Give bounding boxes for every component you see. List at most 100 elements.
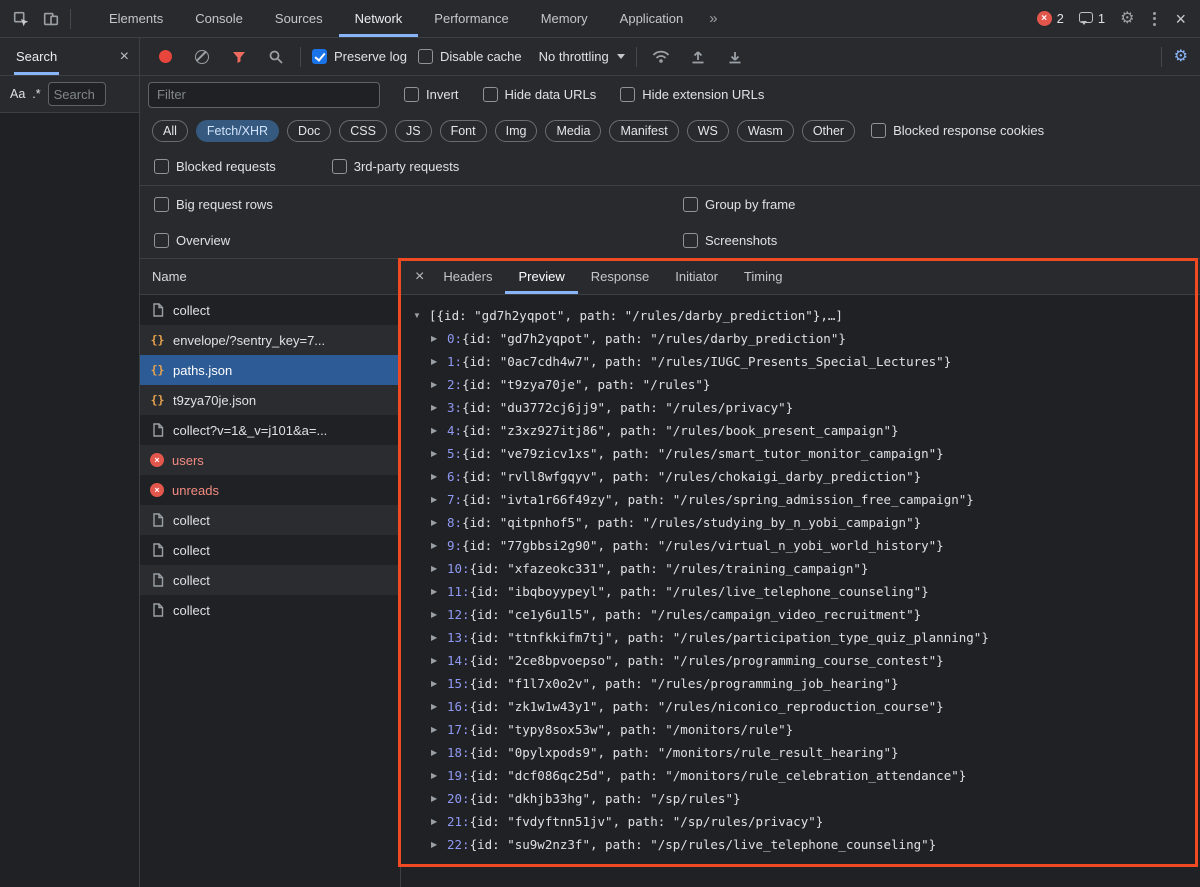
preview-tree-item[interactable]: ▶ 22: {id: "su9w2nz3f", path: "/sp/rules/… [431, 833, 1200, 856]
preview-tree-item[interactable]: ▶ 12: {id: "ce1y6u1l5", path: "/rules/cam… [431, 603, 1200, 626]
preview-tree-item[interactable]: ▶ 9: {id: "77gbbsi2g90", path: "/rules/vi… [431, 534, 1200, 557]
detail-tab-timing[interactable]: Timing [731, 259, 796, 294]
network-conditions-icon[interactable] [648, 44, 674, 70]
big-request-rows-checkbox[interactable] [154, 196, 169, 212]
preview-tree-item[interactable]: ▶ 20: {id: "dkhjb33hg", path: "/sp/rules"… [431, 787, 1200, 810]
preview-tree-item[interactable]: ▶ 1: {id: "0ac7cdh4w7", path: "/rules/IUG… [431, 350, 1200, 373]
third-party-requests-checkbox[interactable] [331, 159, 347, 174]
search-input[interactable] [47, 82, 106, 106]
clear-network-log-button[interactable] [189, 44, 215, 70]
blocked-response-cookies-group[interactable]: Blocked response cookies [871, 123, 1044, 138]
network-settings-gear-icon[interactable]: ⚙ [1174, 48, 1188, 65]
filter-chip-js[interactable]: JS [394, 119, 432, 142]
preview-tree-item[interactable]: ▶ 14: {id: "2ce8bpvoepso", path: "/rules/… [431, 649, 1200, 672]
match-case-button[interactable]: Aa [10, 87, 25, 101]
overview-checkbox[interactable] [154, 232, 169, 248]
record-network-log-button[interactable] [152, 44, 178, 70]
preview-tree-item[interactable]: ▶ 15: {id: "f1l7x0o2v", path: "/rules/pro… [431, 672, 1200, 695]
request-row-unreads[interactable]: × unreads [140, 475, 400, 505]
filter-chip-ws[interactable]: WS [686, 119, 729, 142]
preview-root-row[interactable]: ▼ [{id: "gd7h2yqpot", path: "/rules/darb… [413, 304, 1200, 327]
detail-tab-response[interactable]: Response [578, 259, 663, 294]
device-toolbar-icon[interactable] [38, 6, 64, 32]
preview-tree-item[interactable]: ▶ 7: {id: "ivta1r66f49zy", path: "/rules/… [431, 488, 1200, 511]
settings-gear-icon[interactable]: ⚙ [1120, 10, 1134, 27]
preview-tree-item[interactable]: ▶ 3: {id: "du3772cj6jj9", path: "/rules/p… [431, 396, 1200, 419]
blocked-requests-group[interactable]: Blocked requests [154, 159, 276, 174]
kebab-menu-icon[interactable] [1149, 11, 1160, 26]
preview-tree-item[interactable]: ▶ 11: {id: "ibqboyypeyl", path: "/rules/l… [431, 580, 1200, 603]
filter-chip-doc[interactable]: Doc [287, 119, 332, 142]
overview-group[interactable]: Overview [154, 232, 683, 248]
regex-button[interactable]: .* [32, 87, 40, 101]
hide-data-urls-checkbox[interactable] [482, 87, 498, 102]
preview-tree-item[interactable]: ▶ 2: {id: "t9zya70je", path: "/rules"} [431, 373, 1200, 396]
disable-cache-group[interactable]: Disable cache [417, 49, 522, 64]
third-party-requests-group[interactable]: 3rd-party requests [331, 159, 459, 174]
detail-tab-initiator[interactable]: Initiator [662, 259, 731, 294]
request-row-collect[interactable]: collect [140, 535, 400, 565]
expanded-arrow-icon[interactable]: ▼ [413, 311, 429, 320]
more-tabs-button[interactable]: » [699, 0, 727, 37]
tab-console[interactable]: Console [179, 0, 259, 37]
request-row-users[interactable]: × users [140, 445, 400, 475]
preview-tree-item[interactable]: ▶ 8: {id: "qitpnhof5", path: "/rules/stud… [431, 511, 1200, 534]
issues-badge[interactable]: 1 [1078, 11, 1105, 26]
screenshots-checkbox[interactable] [683, 232, 698, 248]
request-row-collect[interactable]: collect [140, 295, 400, 325]
request-row-collect[interactable]: collect [140, 505, 400, 535]
filter-chip-wasm[interactable]: Wasm [736, 119, 794, 142]
tab-network[interactable]: Network [338, 0, 419, 37]
preserve-log-checkbox[interactable] [312, 49, 327, 64]
close-devtools-icon[interactable]: × [1175, 10, 1186, 28]
disable-cache-checkbox[interactable] [417, 49, 433, 64]
preview-tree-item[interactable]: ▶ 21: {id: "fvdyftnn51jv", path: "/sp/rul… [431, 810, 1200, 833]
blocked-requests-checkbox[interactable] [154, 159, 169, 174]
name-column-header[interactable]: Name [140, 259, 400, 295]
detail-tab-headers[interactable]: Headers [430, 259, 505, 294]
preview-tree-item[interactable]: ▶ 0: {id: "gd7h2yqpot", path: "/rules/dar… [431, 327, 1200, 350]
request-row-paths-json[interactable]: {} paths.json [140, 355, 400, 385]
network-filter-input[interactable] [148, 81, 380, 108]
preview-tree-item[interactable]: ▶ 16: {id: "zk1w1w43y1", path: "/rules/ni… [431, 695, 1200, 718]
invert-checkbox[interactable] [404, 87, 419, 102]
filter-chip-css[interactable]: CSS [339, 119, 387, 142]
tab-sources[interactable]: Sources [259, 0, 339, 37]
preview-tree-item[interactable]: ▶ 18: {id: "0pylxpods9", path: "/monitors… [431, 741, 1200, 764]
request-row-envelope-sentry-key-7[interactable]: {} envelope/?sentry_key=7... [140, 325, 400, 355]
filter-chip-other[interactable]: Other [801, 119, 856, 142]
group-by-frame-group[interactable]: Group by frame [683, 196, 795, 212]
filter-chip-media[interactable]: Media [545, 119, 602, 142]
inspect-element-icon[interactable] [8, 6, 34, 32]
search-tab[interactable]: Search [14, 38, 60, 75]
search-network-icon[interactable] [263, 44, 289, 70]
filter-chip-fetch-xhr[interactable]: Fetch/XHR [195, 119, 280, 142]
request-row-t9zya70je-json[interactable]: {} t9zya70je.json [140, 385, 400, 415]
hide-extension-urls-checkbox[interactable] [620, 87, 636, 102]
preview-tree-item[interactable]: ▶ 19: {id: "dcf086qc25d", path: "/monitor… [431, 764, 1200, 787]
hide-extension-urls-group[interactable]: Hide extension URLs [620, 87, 764, 102]
error-badge[interactable]: × 2 [1036, 11, 1064, 26]
filter-chip-font[interactable]: Font [439, 119, 487, 142]
close-detail-icon[interactable]: × [415, 268, 424, 285]
tab-application[interactable]: Application [604, 0, 700, 37]
filter-icon[interactable] [226, 44, 252, 70]
tab-memory[interactable]: Memory [525, 0, 604, 37]
tab-performance[interactable]: Performance [418, 0, 524, 37]
preserve-log-group[interactable]: Preserve log [312, 49, 407, 64]
request-row-collect-v-1-v-j101-a[interactable]: collect?v=1&_v=j101&a=... [140, 415, 400, 445]
filter-chip-all[interactable]: All [152, 119, 188, 142]
preview-tree-item[interactable]: ▶ 5: {id: "ve79zicv1xs", path: "/rules/sm… [431, 442, 1200, 465]
request-row-collect[interactable]: collect [140, 565, 400, 595]
filter-chip-manifest[interactable]: Manifest [609, 119, 679, 142]
close-search-icon[interactable]: × [120, 48, 129, 65]
detail-tab-preview[interactable]: Preview [505, 259, 578, 294]
big-request-rows-group[interactable]: Big request rows [154, 196, 683, 212]
preview-tree-item[interactable]: ▶ 17: {id: "typy8sox53w", path: "/monitor… [431, 718, 1200, 741]
filter-chip-img[interactable]: Img [494, 119, 538, 142]
preview-tree-item[interactable]: ▶ 10: {id: "xfazeokc331", path: "/rules/t… [431, 557, 1200, 580]
preview-tree-item[interactable]: ▶ 13: {id: "ttnfkkifm7tj", path: "/rules/… [431, 626, 1200, 649]
preview-tree-item[interactable]: ▶ 6: {id: "rvll8wfgqyv", path: "/rules/ch… [431, 465, 1200, 488]
preview-tree-item[interactable]: ▶ 4: {id: "z3xz927itj86", path: "/rules/b… [431, 419, 1200, 442]
blocked-response-cookies-checkbox[interactable] [871, 123, 887, 138]
